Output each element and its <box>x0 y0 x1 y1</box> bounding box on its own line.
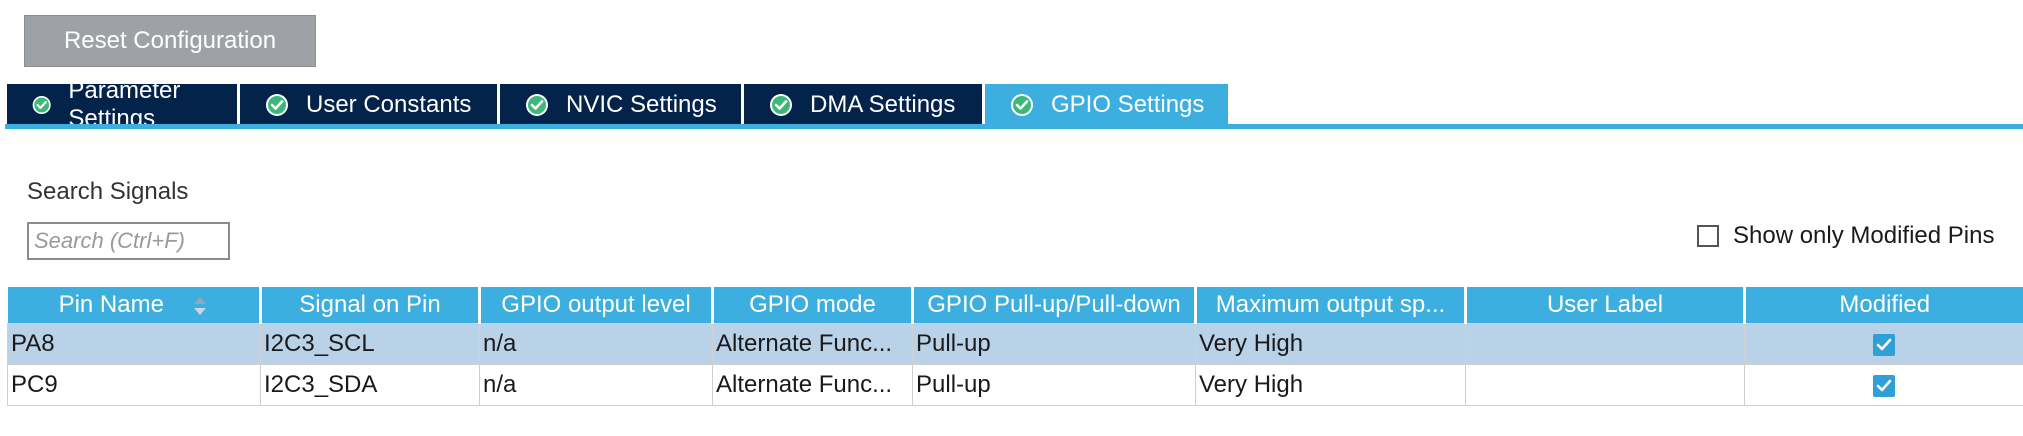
tab-nvic-settings[interactable]: NVIC Settings <box>500 84 744 126</box>
tab-parameter-settings[interactable]: Parameter Settings <box>7 77 240 132</box>
check-circle-icon <box>770 94 792 116</box>
checkbox-checked-icon[interactable] <box>1872 374 1896 398</box>
cell-signal[interactable]: I2C3_SCL <box>260 323 480 365</box>
column-header-gpio-output-level[interactable]: GPIO output level <box>479 287 714 324</box>
tab-gpio-settings[interactable]: GPIO Settings <box>985 84 1228 126</box>
column-header-signal-on-pin[interactable]: Signal on Pin <box>260 287 481 324</box>
tab-label: DMA Settings <box>810 91 956 118</box>
tab-label: User Constants <box>306 91 472 118</box>
column-header-modified[interactable]: Modified <box>1744 287 2023 324</box>
column-header-gpio-pull[interactable]: GPIO Pull-up/Pull-down <box>912 287 1197 324</box>
column-header-max-output-speed[interactable]: Maximum output sp... <box>1195 287 1467 324</box>
table-row[interactable]: PC9 I2C3_SDA n/a Alternate Func... Pull-… <box>7 364 2023 406</box>
table-row[interactable]: PA8 I2C3_SCL n/a Alternate Func... Pull-… <box>7 323 2023 365</box>
tab-label: GPIO Settings <box>1051 91 1205 118</box>
check-circle-icon <box>32 95 51 115</box>
check-circle-icon <box>1011 94 1033 116</box>
cell-mode[interactable]: Alternate Func... <box>712 323 913 365</box>
check-circle-icon <box>526 94 548 116</box>
search-signals-label: Search Signals <box>27 178 189 205</box>
cell-mode[interactable]: Alternate Func... <box>712 364 913 406</box>
cell-speed[interactable]: Very High <box>1195 364 1466 406</box>
cell-signal[interactable]: I2C3_SDA <box>260 364 480 406</box>
show-modified-label: Show only Modified Pins <box>1733 222 1995 249</box>
reset-configuration-button[interactable]: Reset Configuration <box>24 15 316 67</box>
cell-output-level[interactable]: n/a <box>479 323 713 365</box>
gpio-table: Pin Name Signal on Pin GPIO output level… <box>7 287 2023 406</box>
cell-user-label[interactable] <box>1465 364 1745 406</box>
search-input[interactable] <box>27 222 230 260</box>
checkbox-unchecked-icon[interactable] <box>1697 225 1719 247</box>
cell-pin-name[interactable]: PC9 <box>7 364 261 406</box>
column-header-user-label[interactable]: User Label <box>1465 287 1746 324</box>
column-header-pin-name[interactable]: Pin Name <box>7 287 262 324</box>
cell-output-level[interactable]: n/a <box>479 364 713 406</box>
sort-arrows-icon[interactable] <box>192 295 208 317</box>
column-header-gpio-mode[interactable]: GPIO mode <box>712 287 914 324</box>
cell-user-label[interactable] <box>1465 323 1745 365</box>
tab-user-constants[interactable]: User Constants <box>240 84 500 126</box>
checkbox-checked-icon[interactable] <box>1872 333 1896 357</box>
check-circle-icon <box>266 94 288 116</box>
tab-dma-settings[interactable]: DMA Settings <box>744 84 985 126</box>
cell-modified[interactable] <box>1744 323 2023 365</box>
table-header: Pin Name Signal on Pin GPIO output level… <box>7 287 2023 324</box>
cell-pull[interactable]: Pull-up <box>912 323 1196 365</box>
cell-pin-name[interactable]: PA8 <box>7 323 261 365</box>
column-header-label: Pin Name <box>58 291 164 318</box>
settings-tab-bar: Parameter Settings User Constants NVIC S… <box>7 77 1228 132</box>
show-modified-checkbox[interactable]: Show only Modified Pins <box>1697 222 1994 250</box>
tab-label: NVIC Settings <box>566 91 717 118</box>
tab-underline <box>5 124 2023 129</box>
cell-pull[interactable]: Pull-up <box>912 364 1196 406</box>
cell-speed[interactable]: Very High <box>1195 323 1466 365</box>
cell-modified[interactable] <box>1744 364 2023 406</box>
